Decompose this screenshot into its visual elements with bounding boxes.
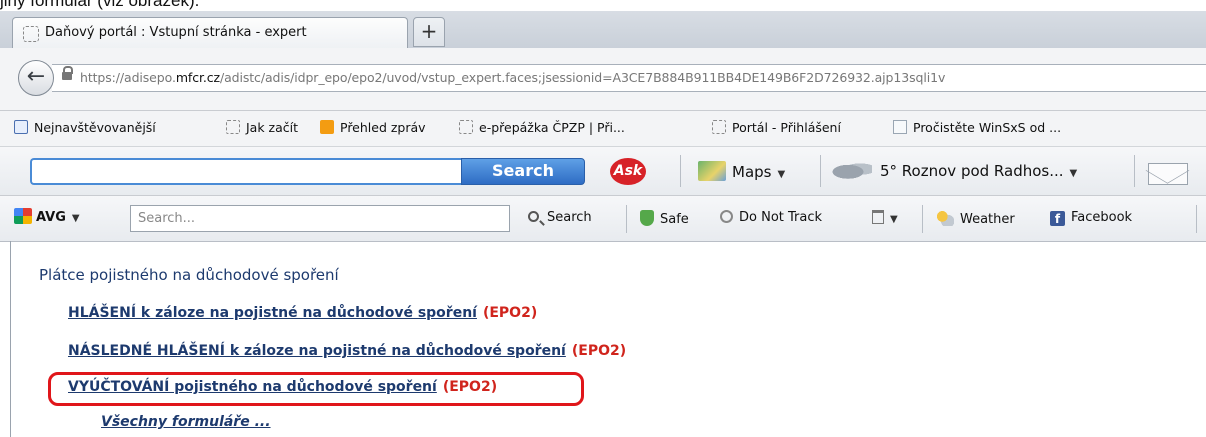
search-icon	[528, 211, 539, 222]
mail-icon[interactable]	[1148, 163, 1188, 185]
do-not-track-button[interactable]: Do Not Track	[720, 210, 822, 225]
avg-search-button[interactable]: Search	[528, 210, 592, 225]
avg-toolbar: AVG ▼ Search... Search Safe Do Not Track …	[0, 196, 1206, 242]
shield-icon	[640, 210, 654, 226]
ask-search-input[interactable]	[30, 158, 462, 185]
toolbar-separator	[820, 155, 821, 187]
ask-logo[interactable]: Ask	[610, 158, 646, 185]
doc-icon	[893, 120, 907, 134]
toolbar-separator	[680, 155, 681, 187]
bookmark-getting-started[interactable]: Jak začít	[226, 120, 298, 138]
ask-toolbar: Search Ask Maps ▼ 5° Roznov pod Radhos...…	[0, 147, 1206, 196]
safe-button[interactable]: Safe	[640, 210, 689, 227]
bookmark-cpzp[interactable]: e-přepážka ČPZP | Při...	[459, 120, 625, 138]
trash-icon	[872, 210, 884, 224]
weather-button[interactable]: Weather	[936, 210, 1015, 227]
chevron-down-icon: ▼	[777, 169, 786, 180]
rss-icon	[320, 120, 334, 134]
chevron-down-icon: ▼	[71, 213, 80, 224]
tab-active[interactable]: Daňový portál : Vstupní stránka - expert	[12, 17, 408, 49]
lock-icon	[62, 66, 73, 80]
all-forms-link[interactable]: Všechny formuláře ...	[101, 414, 271, 430]
highlight-annotation	[48, 372, 584, 406]
back-button[interactable]: ←	[18, 60, 54, 96]
bookmark-news[interactable]: Přehled zpráv	[320, 120, 426, 138]
do-not-track-icon	[720, 210, 733, 223]
cloud-icon	[832, 161, 872, 179]
ask-search-button[interactable]: Search	[461, 158, 585, 185]
trash-button[interactable]: ▼	[872, 210, 898, 226]
bookmark-winsxs[interactable]: Pročistěte WinSxS od ...	[893, 120, 1061, 138]
facebook-icon: f	[1050, 211, 1065, 226]
bookmarks-bar: Nejnavštěvovanější Jak začít Přehled zpr…	[0, 111, 1206, 147]
page-left-border	[10, 241, 11, 437]
search-icon	[14, 120, 28, 134]
toolbar-separator	[626, 205, 627, 233]
bookmark-portal-login[interactable]: Portál - Přihlášení	[712, 120, 841, 138]
page-icon	[23, 26, 39, 42]
avg-logo-icon	[14, 208, 32, 224]
avg-logo[interactable]: AVG ▼	[14, 208, 80, 225]
page-icon	[459, 120, 473, 134]
toolbar-separator	[1196, 205, 1197, 233]
toolbar-separator	[922, 205, 923, 233]
bookmark-most-visited[interactable]: Nejnavštěvovanější	[14, 120, 156, 138]
form-link-row: HLÁŠENÍ k záloze na pojistné na důchodov…	[68, 305, 537, 321]
new-tab-button[interactable]: +	[413, 17, 445, 47]
facebook-button[interactable]: f Facebook	[1050, 210, 1132, 226]
maps-button[interactable]: Maps ▼	[698, 161, 785, 181]
url-text: https://adisepo.mfcr.cz/adistc/adis/idpr…	[80, 70, 946, 85]
form-link-row: NÁSLEDNÉ HLÁŠENÍ k záloze na pojistné na…	[68, 343, 626, 359]
map-icon	[698, 161, 726, 181]
link-nasledne-hlaseni[interactable]: NÁSLEDNÉ HLÁŠENÍ k záloze na pojistné na…	[68, 343, 566, 359]
epo2-tag: (EPO2)	[571, 343, 627, 359]
back-arrow-icon: ←	[26, 64, 46, 89]
ask-weather-button[interactable]: 5° Roznov pod Radhos... ▼	[832, 161, 1077, 180]
section-heading: Plátce pojistného na důchodové spoření	[39, 266, 339, 284]
address-bar[interactable]: https://adisepo.mfcr.cz/adistc/adis/idpr…	[52, 64, 1206, 92]
tab-title: Daňový portál : Vstupní stránka - expert	[45, 25, 307, 40]
navigation-bar: https://adisepo.mfcr.cz/adistc/adis/idpr…	[0, 48, 1206, 111]
caption-text: jiný formulář (viz obrázek).	[0, 0, 200, 10]
page-icon	[712, 120, 726, 134]
page-icon	[226, 120, 240, 134]
toolbar-separator	[1134, 155, 1135, 187]
epo2-tag: (EPO2)	[482, 305, 538, 321]
chevron-down-icon: ▼	[1069, 168, 1078, 179]
chevron-down-icon: ▼	[890, 214, 898, 225]
avg-search-input[interactable]: Search...	[130, 205, 510, 232]
weather-icon	[936, 210, 954, 226]
link-hlaseni[interactable]: HLÁŠENÍ k záloze na pojistné na důchodov…	[68, 305, 477, 321]
